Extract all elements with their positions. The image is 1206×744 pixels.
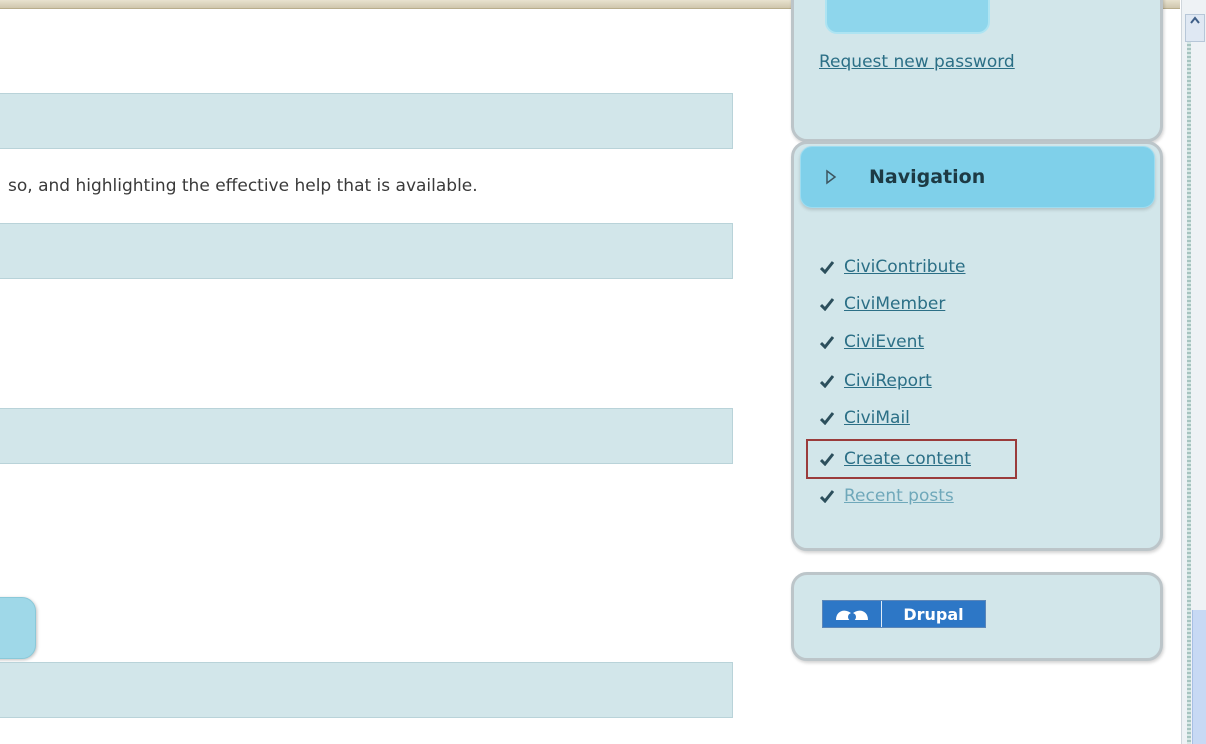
drupal-badge[interactable]: Drupal (822, 600, 986, 628)
nav-item-recent-posts[interactable]: Recent posts (820, 484, 954, 508)
check-icon (820, 490, 834, 503)
content-tab[interactable] (0, 597, 36, 659)
scroll-thumb[interactable] (1192, 610, 1206, 744)
content-bar (0, 408, 733, 464)
content-bar (0, 93, 733, 149)
nav-link-label[interactable]: CiviEvent (844, 332, 924, 352)
nav-item-civimail[interactable]: CiviMail (820, 406, 910, 430)
body-text: so, and highlighting the effective help … (8, 176, 478, 196)
request-new-password-link[interactable]: Request new password (819, 52, 1015, 72)
nav-link-label[interactable]: Recent posts (844, 486, 954, 506)
nav-item-civireport[interactable]: CiviReport (820, 369, 932, 393)
nav-item-civimember[interactable]: CiviMember (820, 292, 945, 316)
nav-link-label[interactable]: CiviMember (844, 294, 945, 314)
highlight-box (806, 439, 1017, 479)
nav-item-civievent[interactable]: CiviEvent (820, 330, 924, 354)
nav-link-label[interactable]: CiviContribute (844, 257, 966, 277)
triangle-right-icon (826, 169, 837, 185)
nav-item-civicontribute[interactable]: CiviContribute (820, 255, 966, 279)
login-button[interactable] (825, 0, 990, 34)
scroll-up-button[interactable] (1185, 14, 1205, 42)
check-icon (820, 412, 834, 425)
content-bar (0, 223, 733, 279)
check-icon (820, 298, 834, 311)
drupal-drop-icon (823, 601, 881, 627)
scroll-up-arrow-icon (1190, 16, 1200, 24)
check-icon (820, 336, 834, 349)
content-bar (0, 662, 733, 718)
nav-link-label[interactable]: CiviReport (844, 371, 932, 391)
navigation-title: Navigation (869, 166, 986, 188)
check-icon (820, 375, 834, 388)
scroll-track (1187, 40, 1191, 744)
check-icon (820, 261, 834, 274)
nav-link-label[interactable]: CiviMail (844, 408, 910, 428)
drupal-badge-label: Drupal (881, 601, 985, 627)
